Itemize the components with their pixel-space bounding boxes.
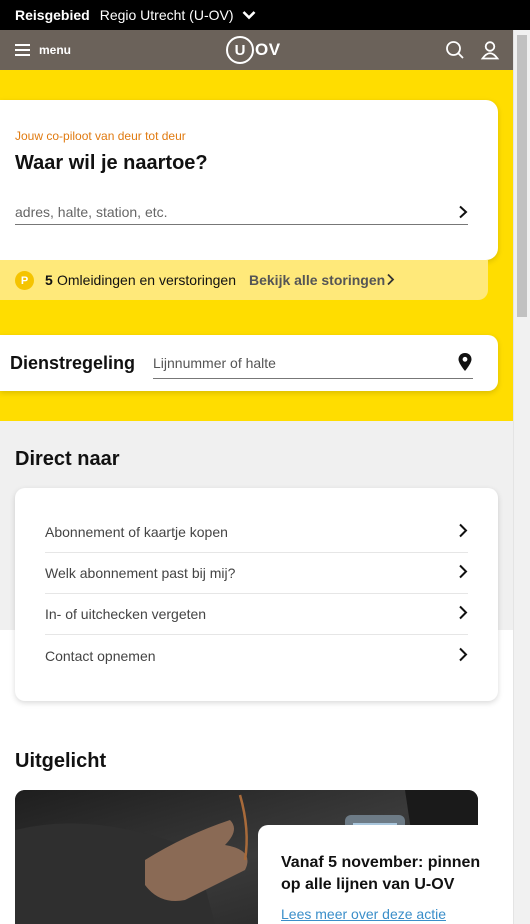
chevron-right-icon[interactable]: [458, 205, 468, 224]
schedule-card: Dienstregeling: [0, 335, 498, 391]
logo-text: OV: [255, 40, 281, 59]
schedule-label: Dienstregeling: [10, 353, 136, 373]
disruption-icon: P: [15, 271, 34, 290]
site-header: menu U OV: [0, 30, 530, 70]
featured-card-link[interactable]: Lees meer over deze actie: [281, 906, 446, 922]
search-icon[interactable]: [445, 40, 465, 60]
direct-links-card: Abonnement of kaartje kopen Welk abonnem…: [15, 488, 498, 701]
direct-link-item[interactable]: Abonnement of kaartje kopen: [45, 512, 468, 553]
planner-title: Waar wil je naartoe?: [15, 152, 208, 174]
destination-field[interactable]: [15, 200, 468, 225]
region-value: Regio Utrecht (U-OV): [99, 7, 234, 23]
logo-circle: U: [226, 36, 254, 64]
uov-logo[interactable]: U OV: [226, 36, 281, 64]
menu-label: menu: [39, 43, 72, 57]
disruption-text: Omleidingen en verstoringen: [57, 272, 236, 288]
direct-link-label: Welk abonnement past bij mij?: [45, 565, 236, 581]
disruption-count: 5: [45, 272, 53, 288]
all-disruptions-link[interactable]: Bekijk alle storingen: [249, 272, 385, 288]
direct-link-item[interactable]: Welk abonnement past bij mij?: [45, 553, 468, 594]
journey-planner-card: Jouw co-piloot van deur tot deur Waar wi…: [0, 100, 498, 260]
menu-button[interactable]: menu: [15, 30, 71, 70]
direct-link-label: Contact opnemen: [45, 647, 156, 664]
featured-card-title: Vanaf 5 november: pinnen op alle lijnen …: [281, 854, 481, 893]
scrollbar-thumb[interactable]: [517, 35, 527, 317]
schedule-field[interactable]: [153, 349, 473, 379]
region-label: Reisgebied: [15, 7, 90, 23]
chevron-right-icon: [458, 523, 468, 541]
direct-links-list: Abonnement of kaartje kopen Welk abonnem…: [45, 512, 468, 676]
featured-card: Vanaf 5 november: pinnen op alle lijnen …: [258, 825, 498, 924]
chevron-down-icon: [242, 10, 256, 20]
chevron-right-icon: [458, 605, 468, 623]
direct-title: Direct naar: [15, 448, 120, 470]
chevron-right-icon: [458, 647, 468, 665]
location-pin-icon[interactable]: [457, 352, 473, 377]
line-or-stop-input[interactable]: [153, 349, 443, 371]
region-selector[interactable]: Reisgebied Regio Utrecht (U-OV): [0, 0, 530, 30]
direct-link-label: Abonnement of kaartje kopen: [45, 524, 228, 540]
direct-link-item[interactable]: In- of uitchecken vergeten: [45, 594, 468, 635]
disruptions-bar[interactable]: P 5 Omleidingen en verstoringen Bekijk a…: [0, 260, 488, 300]
user-icon[interactable]: [480, 40, 500, 60]
page-scrollbar[interactable]: [513, 30, 530, 924]
direct-link-item[interactable]: Contact opnemen: [45, 635, 468, 676]
planner-tagline: Jouw co-piloot van deur tot deur: [15, 129, 186, 143]
destination-input[interactable]: [15, 200, 435, 220]
hamburger-icon: [15, 44, 30, 56]
featured-title: Uitgelicht: [15, 750, 107, 772]
chevron-right-icon: [458, 564, 468, 582]
direct-link-label: In- of uitchecken vergeten: [45, 606, 207, 622]
chevron-right-icon: [386, 273, 395, 289]
